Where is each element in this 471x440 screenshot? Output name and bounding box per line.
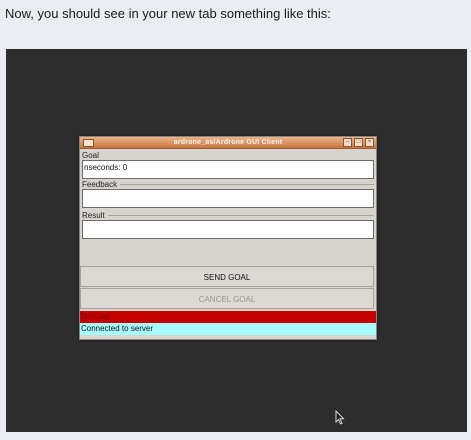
- feedback-label: Feedback: [82, 180, 118, 189]
- goal-status-bar: No Goal: [80, 311, 376, 323]
- result-label: Result: [82, 211, 105, 220]
- window-title: ardrone_as/Ardrone GUI Client: [173, 139, 283, 146]
- mouse-cursor-icon: [335, 410, 345, 425]
- gui-client-window: ardrone_as/Ardrone GUI Client – □ × Goal…: [79, 136, 377, 340]
- remote-desktop[interactable]: ardrone_as/Ardrone GUI Client – □ × Goal…: [6, 49, 467, 432]
- result-field[interactable]: [82, 220, 374, 239]
- goal-label: Goal: [82, 151, 99, 160]
- result-section: Result: [80, 211, 376, 239]
- goal-section: Goal nseconds: 0: [80, 151, 376, 179]
- send-goal-button[interactable]: SEND GOAL: [80, 266, 374, 287]
- window-titlebar[interactable]: ardrone_as/Ardrone GUI Client – □ ×: [80, 137, 376, 149]
- maximize-icon[interactable]: □: [354, 138, 363, 147]
- window-menu-icon[interactable]: [83, 139, 94, 147]
- minimize-icon[interactable]: –: [343, 138, 352, 147]
- intro-text: Now, you should see in your new tab some…: [5, 6, 331, 21]
- goal-field[interactable]: nseconds: 0: [82, 160, 374, 179]
- feedback-field[interactable]: [82, 189, 374, 208]
- feedback-section: Feedback: [80, 180, 376, 208]
- cancel-goal-button[interactable]: CANCEL GOAL: [80, 288, 374, 309]
- close-icon[interactable]: ×: [365, 138, 374, 147]
- feedback-divider: [120, 184, 374, 185]
- result-divider: [107, 215, 374, 216]
- server-status-bar: Connected to server: [80, 323, 376, 335]
- window-controls: – □ ×: [343, 138, 374, 147]
